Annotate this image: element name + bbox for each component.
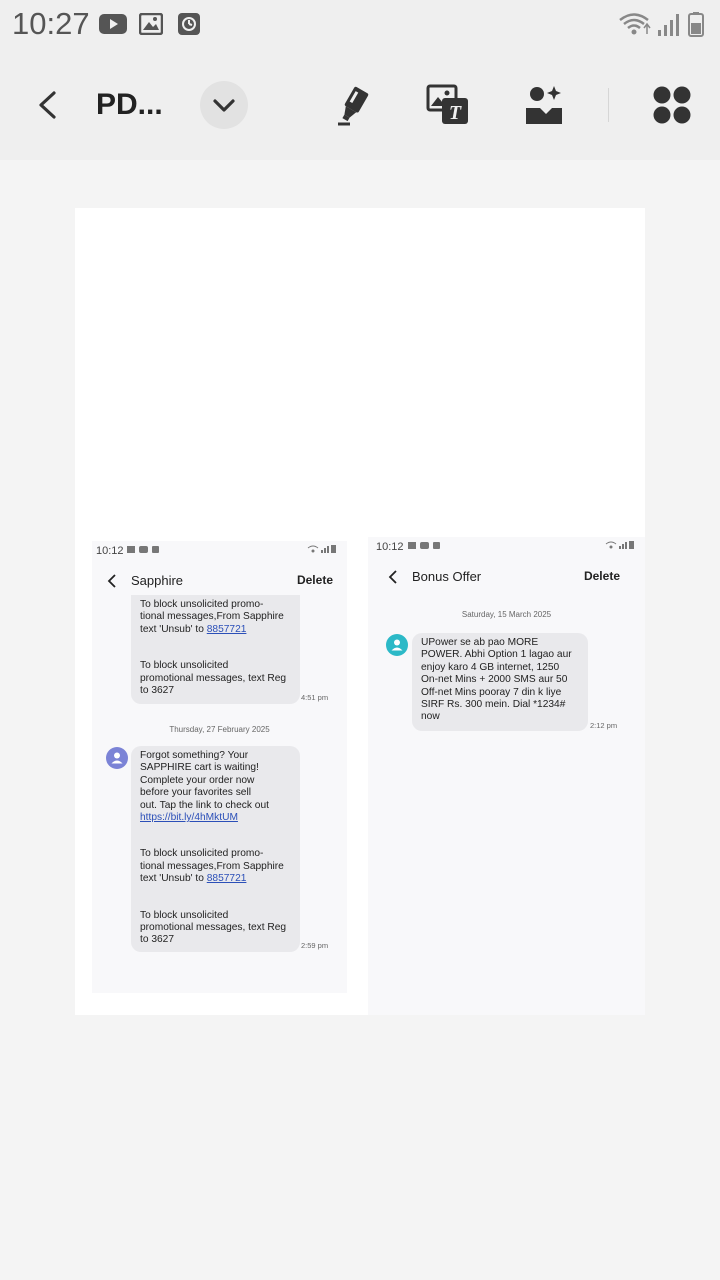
conversation-delete-button[interactable]: Delete <box>297 573 333 587</box>
back-arrow-icon[interactable] <box>36 90 58 125</box>
message-text: text 'Unsub' to <box>140 623 207 635</box>
battery-icon <box>688 12 704 37</box>
message-text: To block unsolicited promotional message… <box>140 909 287 946</box>
message-bubble: Forgot something? Your SAPPHIRE cart is … <box>131 746 300 952</box>
gallery-notification-icon <box>138 12 164 40</box>
signal-icon <box>658 14 679 36</box>
image-text-icon[interactable]: T <box>426 84 470 131</box>
phone-link[interactable]: 8857721 <box>207 624 247 635</box>
message-text: Forgot something? Your SAPPHIRE cart is … <box>140 750 269 811</box>
message-text: text 'Unsub' to <box>140 873 207 885</box>
document-title[interactable]: PD... <box>96 88 163 122</box>
mini-status-time: 10:12 <box>96 545 124 557</box>
conv-back-icon[interactable] <box>388 569 398 590</box>
date-separator: Saturday, 15 March 2025 <box>461 610 552 619</box>
conversation-delete-button[interactable]: Delete <box>584 569 620 583</box>
status-time: 10:27 <box>12 6 90 41</box>
screenshot-bonus-offer: 10:12 Bonus Offer Delete Saturday, 15 Ma… <box>368 537 645 1015</box>
mini-status-time: 10:12 <box>376 541 404 553</box>
mini-notification-icons <box>408 541 444 553</box>
wifi-icon <box>619 13 651 35</box>
conversation-contact: Bonus Offer <box>412 569 482 584</box>
svg-text:T: T <box>449 102 462 124</box>
message-text: To block unsolicited promo- tional messa… <box>140 848 284 872</box>
highlighter-icon[interactable] <box>336 82 372 131</box>
youtube-notification-icon <box>99 13 127 40</box>
title-dropdown-button[interactable] <box>200 81 248 129</box>
url-link[interactable]: https://bit.ly/4hMktUM <box>140 812 238 823</box>
conv-back-icon[interactable] <box>107 573 117 594</box>
app-toolbar: PD... T <box>0 50 720 160</box>
message-bubble: UPower se ab pao MORE POWER. Abhi Option… <box>412 633 588 731</box>
message-text: UPower se ab pao MORE POWER. Abhi Option… <box>421 637 572 723</box>
document-page: 10:12 Sapphire Delete To block unsolicit… <box>75 208 645 1015</box>
message-bubble: To block unsolicited promo- tional messa… <box>131 595 300 704</box>
avatar <box>106 747 128 769</box>
mini-notification-icons <box>127 545 163 557</box>
chevron-down-icon <box>213 99 235 112</box>
toolbar-divider <box>608 88 609 122</box>
conversation-contact: Sapphire <box>131 573 184 588</box>
conversation-header: Sapphire Delete <box>92 571 347 595</box>
date-separator: Thursday, 27 February 2025 <box>169 725 270 734</box>
message-timestamp: 2:59 pm <box>301 941 329 950</box>
clock-notification-icon <box>178 13 200 40</box>
conversation-header: Bonus Offer Delete <box>368 567 645 591</box>
phone-link[interactable]: 8857721 <box>207 873 247 884</box>
mini-status-icons <box>307 544 337 556</box>
avatar <box>386 634 408 656</box>
ai-enhance-icon[interactable] <box>524 84 564 131</box>
more-apps-icon[interactable] <box>653 86 691 129</box>
status-bar: 10:27 <box>0 0 720 50</box>
message-text: To block unsolicited promo- tional messa… <box>140 599 284 623</box>
message-timestamp: 4:51 pm <box>301 693 329 702</box>
mini-status-icons <box>605 540 635 552</box>
screenshot-sapphire: 10:12 Sapphire Delete To block unsolicit… <box>92 541 347 993</box>
message-timestamp: 2:12 pm <box>590 721 618 730</box>
message-text: To block unsolicited promotional message… <box>140 660 287 697</box>
status-right-icons <box>618 10 710 43</box>
